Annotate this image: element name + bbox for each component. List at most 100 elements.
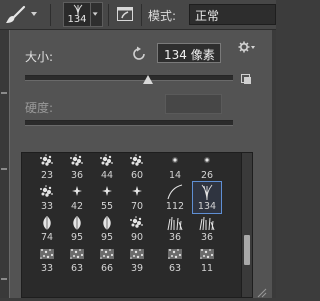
leaf-brush-icon bbox=[103, 216, 111, 230]
brush-preset-cell[interactable]: 134 bbox=[192, 181, 222, 214]
curve-brush-icon bbox=[167, 184, 183, 200]
brush-preset-cell[interactable]: 44 bbox=[92, 153, 122, 183]
texture-brush-icon bbox=[40, 249, 54, 259]
splatter-brush-icon bbox=[40, 154, 53, 166]
brush-preset-size: 44 bbox=[100, 170, 114, 181]
left-panel-strip bbox=[0, 30, 9, 298]
star-brush-icon bbox=[72, 186, 82, 196]
size-slider-track[interactable] bbox=[25, 75, 233, 81]
brush-preset-size: 112 bbox=[165, 201, 185, 212]
brush-preset-cell[interactable]: 33 bbox=[32, 243, 62, 276]
brush-preset-cell[interactable]: 63 bbox=[62, 243, 92, 276]
texture-brush-icon bbox=[200, 249, 214, 259]
grass-brush-icon bbox=[167, 216, 183, 231]
brush-preset-cell[interactable]: 39 bbox=[122, 243, 152, 276]
resize-grip-icon[interactable] bbox=[255, 286, 267, 298]
scrollbar-thumb[interactable] bbox=[244, 235, 250, 265]
dot-brush-icon bbox=[204, 157, 210, 163]
brush-preset-size: 90 bbox=[130, 232, 144, 243]
splatter-brush-icon bbox=[130, 154, 143, 166]
brush-preset-size: 36 bbox=[70, 170, 84, 181]
brush-preset-size: 60 bbox=[130, 170, 144, 181]
brush-preset-size: 42 bbox=[70, 201, 84, 212]
size-slider-thumb[interactable] bbox=[142, 74, 153, 84]
brush-preset-cell[interactable]: 63 bbox=[160, 243, 190, 276]
brush-preset-size: 95 bbox=[100, 232, 114, 243]
strip-marker bbox=[1, 278, 7, 280]
brush-preset-cell[interactable]: 23 bbox=[32, 153, 62, 183]
brush-preset-cell[interactable]: 36 bbox=[160, 212, 190, 245]
splatter-brush-icon bbox=[100, 154, 113, 166]
size-label: 大小: bbox=[25, 50, 54, 64]
dot-brush-icon bbox=[172, 157, 178, 163]
texture-brush-icon bbox=[100, 249, 114, 259]
star-brush-icon bbox=[132, 186, 142, 196]
brush-preset-size: 39 bbox=[130, 263, 144, 274]
brush-preset-cell[interactable]: 14 bbox=[160, 153, 190, 183]
texture-brush-icon bbox=[70, 249, 84, 259]
brush-preset-cell[interactable]: 95 bbox=[62, 212, 92, 245]
brush-preset-cell[interactable]: 36 bbox=[62, 153, 92, 183]
preset-scrollbar[interactable] bbox=[242, 152, 253, 298]
brush-preset-popup: 大小: 134 像素 硬度: 23 36 44 60 14 26 33 42 55 70 112 13… bbox=[9, 30, 276, 298]
star-brush-icon bbox=[102, 186, 112, 196]
hardness-input bbox=[165, 94, 222, 114]
brush-preset-cell[interactable]: 112 bbox=[160, 181, 190, 214]
brush-preset-size: 70 bbox=[130, 201, 144, 212]
brush-preset-cell[interactable]: 42 bbox=[62, 181, 92, 214]
texture-brush-icon bbox=[168, 249, 182, 259]
popup-shadow bbox=[272, 30, 276, 298]
splatter-brush-icon bbox=[70, 154, 83, 166]
brush-panel-toggle-icon[interactable] bbox=[115, 4, 135, 24]
brush-preset-cell[interactable]: 26 bbox=[192, 153, 222, 183]
brush-preset-size: 63 bbox=[70, 263, 84, 274]
brush-preset-size: 74 bbox=[40, 232, 54, 243]
brush-preset-cell[interactable]: 95 bbox=[92, 212, 122, 245]
brush-preset-size: 55 bbox=[100, 201, 114, 212]
brush-preset-cell[interactable]: 90 bbox=[122, 212, 152, 245]
mode-label: 模式: bbox=[148, 9, 177, 23]
brush-preset-size: 36 bbox=[200, 232, 214, 243]
brush-preset-grid: 23 36 44 60 14 26 33 42 55 70 112 134 74 95 95 90 36 36 33… bbox=[21, 152, 242, 298]
brush-preset-size: 95 bbox=[70, 232, 84, 243]
brush-preset-size: 23 bbox=[40, 170, 54, 181]
strip-marker bbox=[1, 168, 7, 170]
blend-mode-select[interactable]: 正常 bbox=[189, 4, 276, 25]
brush-preset-cell[interactable]: 33 bbox=[32, 181, 62, 214]
hardness-slider-track bbox=[25, 120, 233, 126]
brush-preset-size: 33 bbox=[40, 263, 54, 274]
brush-preset-cell[interactable]: 74 bbox=[32, 212, 62, 245]
brush-preset-cell[interactable]: 66 bbox=[92, 243, 122, 276]
brush-size-readout: 134 bbox=[67, 14, 87, 25]
toolbar-divider bbox=[108, 4, 109, 26]
brush-preset-picker[interactable]: 134 bbox=[63, 2, 91, 27]
toolbar-divider bbox=[141, 4, 142, 26]
splatter-brush-icon bbox=[40, 185, 53, 197]
brush-preset-size: 14 bbox=[168, 170, 182, 181]
grass-brush-icon bbox=[199, 216, 215, 231]
strip-marker bbox=[1, 92, 7, 94]
brush-preset-size: 63 bbox=[168, 263, 182, 274]
new-preset-icon[interactable] bbox=[240, 73, 252, 85]
leaf-brush-icon bbox=[73, 216, 81, 230]
brush-preset-size: 36 bbox=[168, 232, 182, 243]
fan-brush-icon bbox=[201, 184, 213, 200]
brush-preset-cell[interactable]: 70 bbox=[122, 181, 152, 214]
reset-size-icon[interactable] bbox=[130, 45, 148, 63]
texture-brush-icon bbox=[130, 249, 144, 259]
brush-tool-icon[interactable] bbox=[4, 4, 28, 26]
hardness-label: 硬度: bbox=[25, 101, 54, 115]
gear-icon[interactable] bbox=[238, 41, 256, 55]
brush-preset-size: 66 bbox=[100, 263, 114, 274]
leaf-brush-icon bbox=[43, 216, 51, 230]
brush-preset-size: 33 bbox=[40, 201, 54, 212]
brush-preset-cell[interactable]: 60 bbox=[122, 153, 152, 183]
tool-preset-dropdown-icon[interactable] bbox=[30, 8, 38, 20]
brush-preset-cell[interactable]: 36 bbox=[192, 212, 222, 245]
brush-preset-cell[interactable]: 11 bbox=[192, 243, 222, 276]
splatter-brush-icon bbox=[130, 216, 143, 228]
size-input[interactable]: 134 像素 bbox=[157, 43, 221, 63]
brush-preset-cell[interactable]: 55 bbox=[92, 181, 122, 214]
brush-preset-dropdown-button[interactable] bbox=[91, 2, 103, 27]
toolbar-divider bbox=[50, 4, 51, 26]
